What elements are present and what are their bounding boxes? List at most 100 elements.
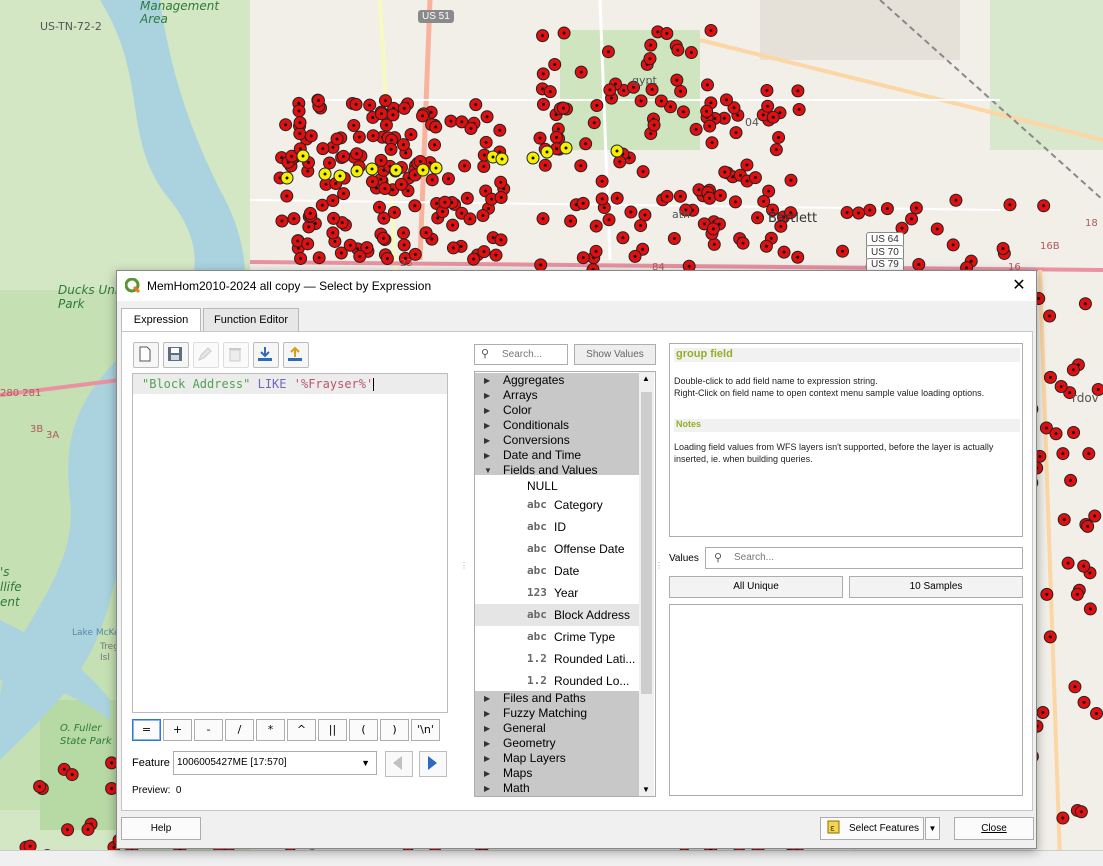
- show-values-button[interactable]: Show Values: [574, 344, 656, 365]
- point-marker-center: [441, 210, 445, 214]
- splitter-handle[interactable]: ⋮: [460, 561, 468, 570]
- operator-divide-button[interactable]: /: [225, 719, 254, 741]
- point-marker-center: [306, 242, 310, 246]
- point-marker-center: [622, 88, 626, 92]
- field-type-icon: abc: [527, 542, 547, 555]
- feature-combobox[interactable]: 1006005427ME [17:570] ▼: [173, 751, 377, 775]
- tree-group-math[interactable]: ▶ Math: [475, 781, 640, 796]
- splitter-handle[interactable]: ⋮: [655, 561, 663, 570]
- tree-field-rounded-longitude[interactable]: 1.2 Rounded Lo...: [475, 670, 640, 692]
- help-panel: group field Double-click to add field na…: [669, 343, 1023, 537]
- point-marker-center: [459, 244, 463, 248]
- point-marker-center: [687, 264, 691, 268]
- point-marker-center: [484, 140, 488, 144]
- function-search-input[interactable]: ⚲ Search...: [474, 344, 568, 365]
- close-button[interactable]: Close: [954, 817, 1034, 840]
- values-search-input[interactable]: ⚲ Search...: [705, 547, 1023, 569]
- help-button[interactable]: Help: [121, 817, 201, 840]
- select-features-dropdown[interactable]: ▼: [925, 817, 940, 840]
- export-button[interactable]: [283, 342, 309, 368]
- close-window-icon[interactable]: ✕: [1008, 275, 1030, 297]
- previous-feature-button[interactable]: [385, 751, 413, 777]
- tree-group-map-layers[interactable]: ▶ Map Layers: [475, 751, 640, 766]
- tree-group-general[interactable]: ▶ General: [475, 721, 640, 736]
- notes-title: Notes: [674, 419, 1020, 432]
- tree-field-id[interactable]: abc ID: [475, 516, 640, 538]
- tree-field-category[interactable]: abc Category: [475, 494, 640, 516]
- point-marker-center: [600, 179, 604, 183]
- operator-concat-button[interactable]: ||: [318, 719, 347, 741]
- tree-group-geometry[interactable]: ▶ Geometry: [475, 736, 640, 751]
- point-marker-center: [500, 157, 504, 161]
- tree-group-aggregates[interactable]: ▶ Aggregates: [475, 373, 640, 388]
- tree-group-files-and-paths[interactable]: ▶ Files and Paths: [475, 691, 640, 706]
- operator-power-button[interactable]: ^: [287, 719, 316, 741]
- tab-function-editor[interactable]: Function Editor: [203, 308, 299, 332]
- point-marker-center: [545, 150, 549, 154]
- point-marker-center: [331, 231, 335, 235]
- point-marker-center: [556, 127, 560, 131]
- tree-field-block-address[interactable]: abc Block Address: [475, 604, 640, 626]
- tree-field-date[interactable]: abc Date: [475, 560, 640, 582]
- point-marker-center: [649, 43, 653, 47]
- operator-multiply-button[interactable]: *: [256, 719, 285, 741]
- next-feature-button[interactable]: [419, 751, 447, 777]
- select-features-button[interactable]: ε Select Features: [820, 817, 924, 840]
- values-list[interactable]: [669, 604, 1023, 796]
- delete-button[interactable]: [223, 342, 249, 368]
- operator-equals-button[interactable]: =: [132, 719, 161, 741]
- expression-editor[interactable]: "Block Address" LIKE '%Frayser%': [132, 373, 448, 713]
- tree-group-conversions[interactable]: ▶ Conversions: [475, 433, 640, 448]
- tree-field-year[interactable]: 123 Year: [475, 582, 640, 604]
- point-marker-center: [579, 70, 583, 74]
- point-marker-center: [709, 28, 713, 32]
- tree-field-rounded-latitude[interactable]: 1.2 Rounded Lati...: [475, 648, 640, 670]
- operator-newline-button[interactable]: '\n': [411, 719, 440, 741]
- tree-field-offense-date[interactable]: abc Offense Date: [475, 538, 640, 560]
- text-caret: [373, 378, 375, 391]
- tree-group-arrays[interactable]: ▶ Arrays: [475, 388, 640, 403]
- point-marker-center: [413, 204, 417, 208]
- feature-label: Feature: [132, 757, 170, 769]
- ten-samples-button[interactable]: 10 Samples: [849, 576, 1023, 598]
- point-marker-center: [402, 106, 406, 110]
- new-file-button[interactable]: [133, 342, 159, 368]
- tab-expression[interactable]: Expression: [121, 308, 201, 333]
- point-marker-center: [460, 120, 464, 124]
- point-marker-center: [541, 217, 545, 221]
- function-tree[interactable]: ▶ Aggregates ▶ Arrays ▶ Color ▶ Conditionals…: [474, 371, 656, 797]
- tree-scrollbar-thumb[interactable]: [641, 392, 652, 694]
- operator-close-paren-button[interactable]: ): [380, 719, 409, 741]
- tree-group-color[interactable]: ▶ Color: [475, 403, 640, 418]
- point-marker-center: [1088, 571, 1092, 575]
- point-marker-center: [548, 90, 552, 94]
- point-marker-center: [659, 99, 663, 103]
- import-button[interactable]: [253, 342, 279, 368]
- point-marker-center: [689, 51, 693, 55]
- point-marker-center: [352, 123, 356, 127]
- tree-group-maps[interactable]: ▶ Maps: [475, 766, 640, 781]
- tree-group-conditionals[interactable]: ▶ Conditionals: [475, 418, 640, 433]
- map-label-fuller-park: O. Fuller State Park: [60, 723, 112, 747]
- scroll-down-icon[interactable]: ▼: [642, 785, 650, 794]
- tree-group-fuzzy-matching[interactable]: ▶ Fuzzy Matching: [475, 706, 640, 721]
- tree-group-date-and-time[interactable]: ▶ Date and Time: [475, 448, 640, 463]
- operator-open-paren-button[interactable]: (: [349, 719, 378, 741]
- tree-field-crime-type[interactable]: abc Crime Type: [475, 626, 640, 648]
- qgis-logo-icon: [125, 278, 141, 294]
- point-marker-center: [370, 180, 374, 184]
- point-marker-center: [1048, 635, 1052, 639]
- field-name: Offense Date: [554, 542, 625, 556]
- point-marker-center: [796, 89, 800, 93]
- operator-minus-button[interactable]: -: [194, 719, 223, 741]
- dialog-titlebar[interactable]: MemHom2010-2024 all copy — Select by Exp…: [117, 271, 1036, 301]
- scroll-up-icon[interactable]: ▲: [642, 374, 650, 383]
- all-unique-button[interactable]: All Unique: [669, 576, 843, 598]
- save-button[interactable]: [163, 342, 189, 368]
- expand-arrow-icon: ▶: [484, 739, 491, 748]
- point-marker-center: [482, 250, 486, 254]
- point-marker-center: [1073, 685, 1077, 689]
- operator-plus-button[interactable]: +: [163, 719, 192, 741]
- point-marker-center: [28, 844, 32, 848]
- edit-button[interactable]: [193, 342, 219, 368]
